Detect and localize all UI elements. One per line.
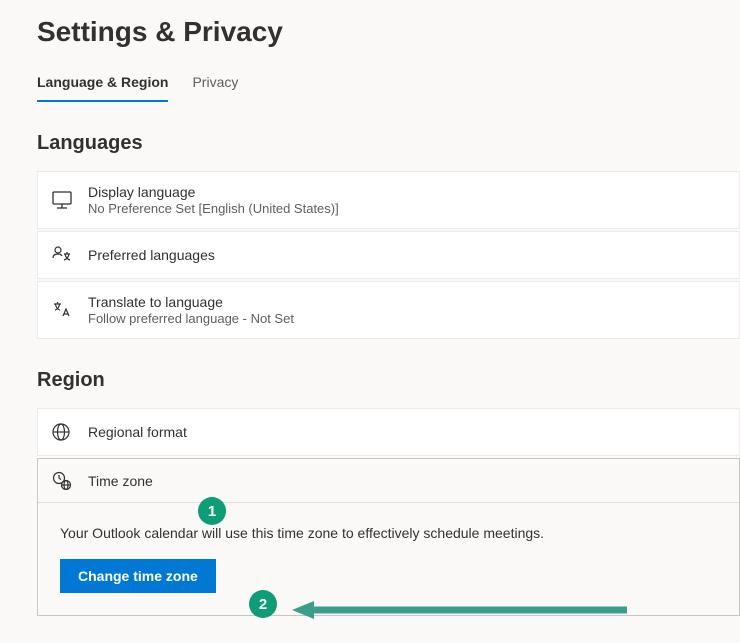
globe-icon: [52, 423, 88, 441]
regional-format-title: Regional format: [88, 424, 187, 440]
translate-sub: Follow preferred language - Not Set: [88, 311, 294, 326]
card-preferred-languages[interactable]: Preferred languages: [37, 231, 740, 279]
display-language-title: Display language: [88, 184, 339, 200]
section-heading-languages: Languages: [37, 132, 740, 155]
translate-icon: [52, 301, 88, 319]
preferred-languages-title: Preferred languages: [88, 247, 215, 263]
display-language-sub: No Preference Set [English (United State…: [88, 201, 339, 216]
section-heading-region: Region: [37, 369, 740, 392]
card-regional-format[interactable]: Regional format: [37, 408, 740, 456]
card-time-zone-expanded: Time zone Your Outlook calendar will use…: [37, 458, 740, 616]
annotation-step-1: 1: [198, 497, 226, 525]
time-zone-header[interactable]: Time zone: [38, 459, 739, 503]
tab-language-region[interactable]: Language & Region: [37, 74, 168, 102]
tab-privacy[interactable]: Privacy: [192, 74, 238, 102]
page-title: Settings & Privacy: [37, 16, 740, 48]
card-display-language[interactable]: Display language No Preference Set [Engl…: [37, 171, 740, 229]
time-zone-icon: [52, 471, 88, 490]
preferred-languages-icon: [52, 246, 88, 264]
tabs: Language & Region Privacy: [37, 74, 740, 102]
annotation-arrow-icon: [292, 600, 632, 620]
monitor-icon: [52, 191, 88, 209]
card-translate-language[interactable]: Translate to language Follow preferred l…: [37, 281, 740, 339]
time-zone-description: Your Outlook calendar will use this time…: [60, 525, 717, 541]
time-zone-title: Time zone: [88, 473, 153, 489]
annotation-step-2: 2: [249, 590, 277, 618]
change-time-zone-button[interactable]: Change time zone: [60, 559, 216, 593]
translate-title: Translate to language: [88, 294, 294, 310]
